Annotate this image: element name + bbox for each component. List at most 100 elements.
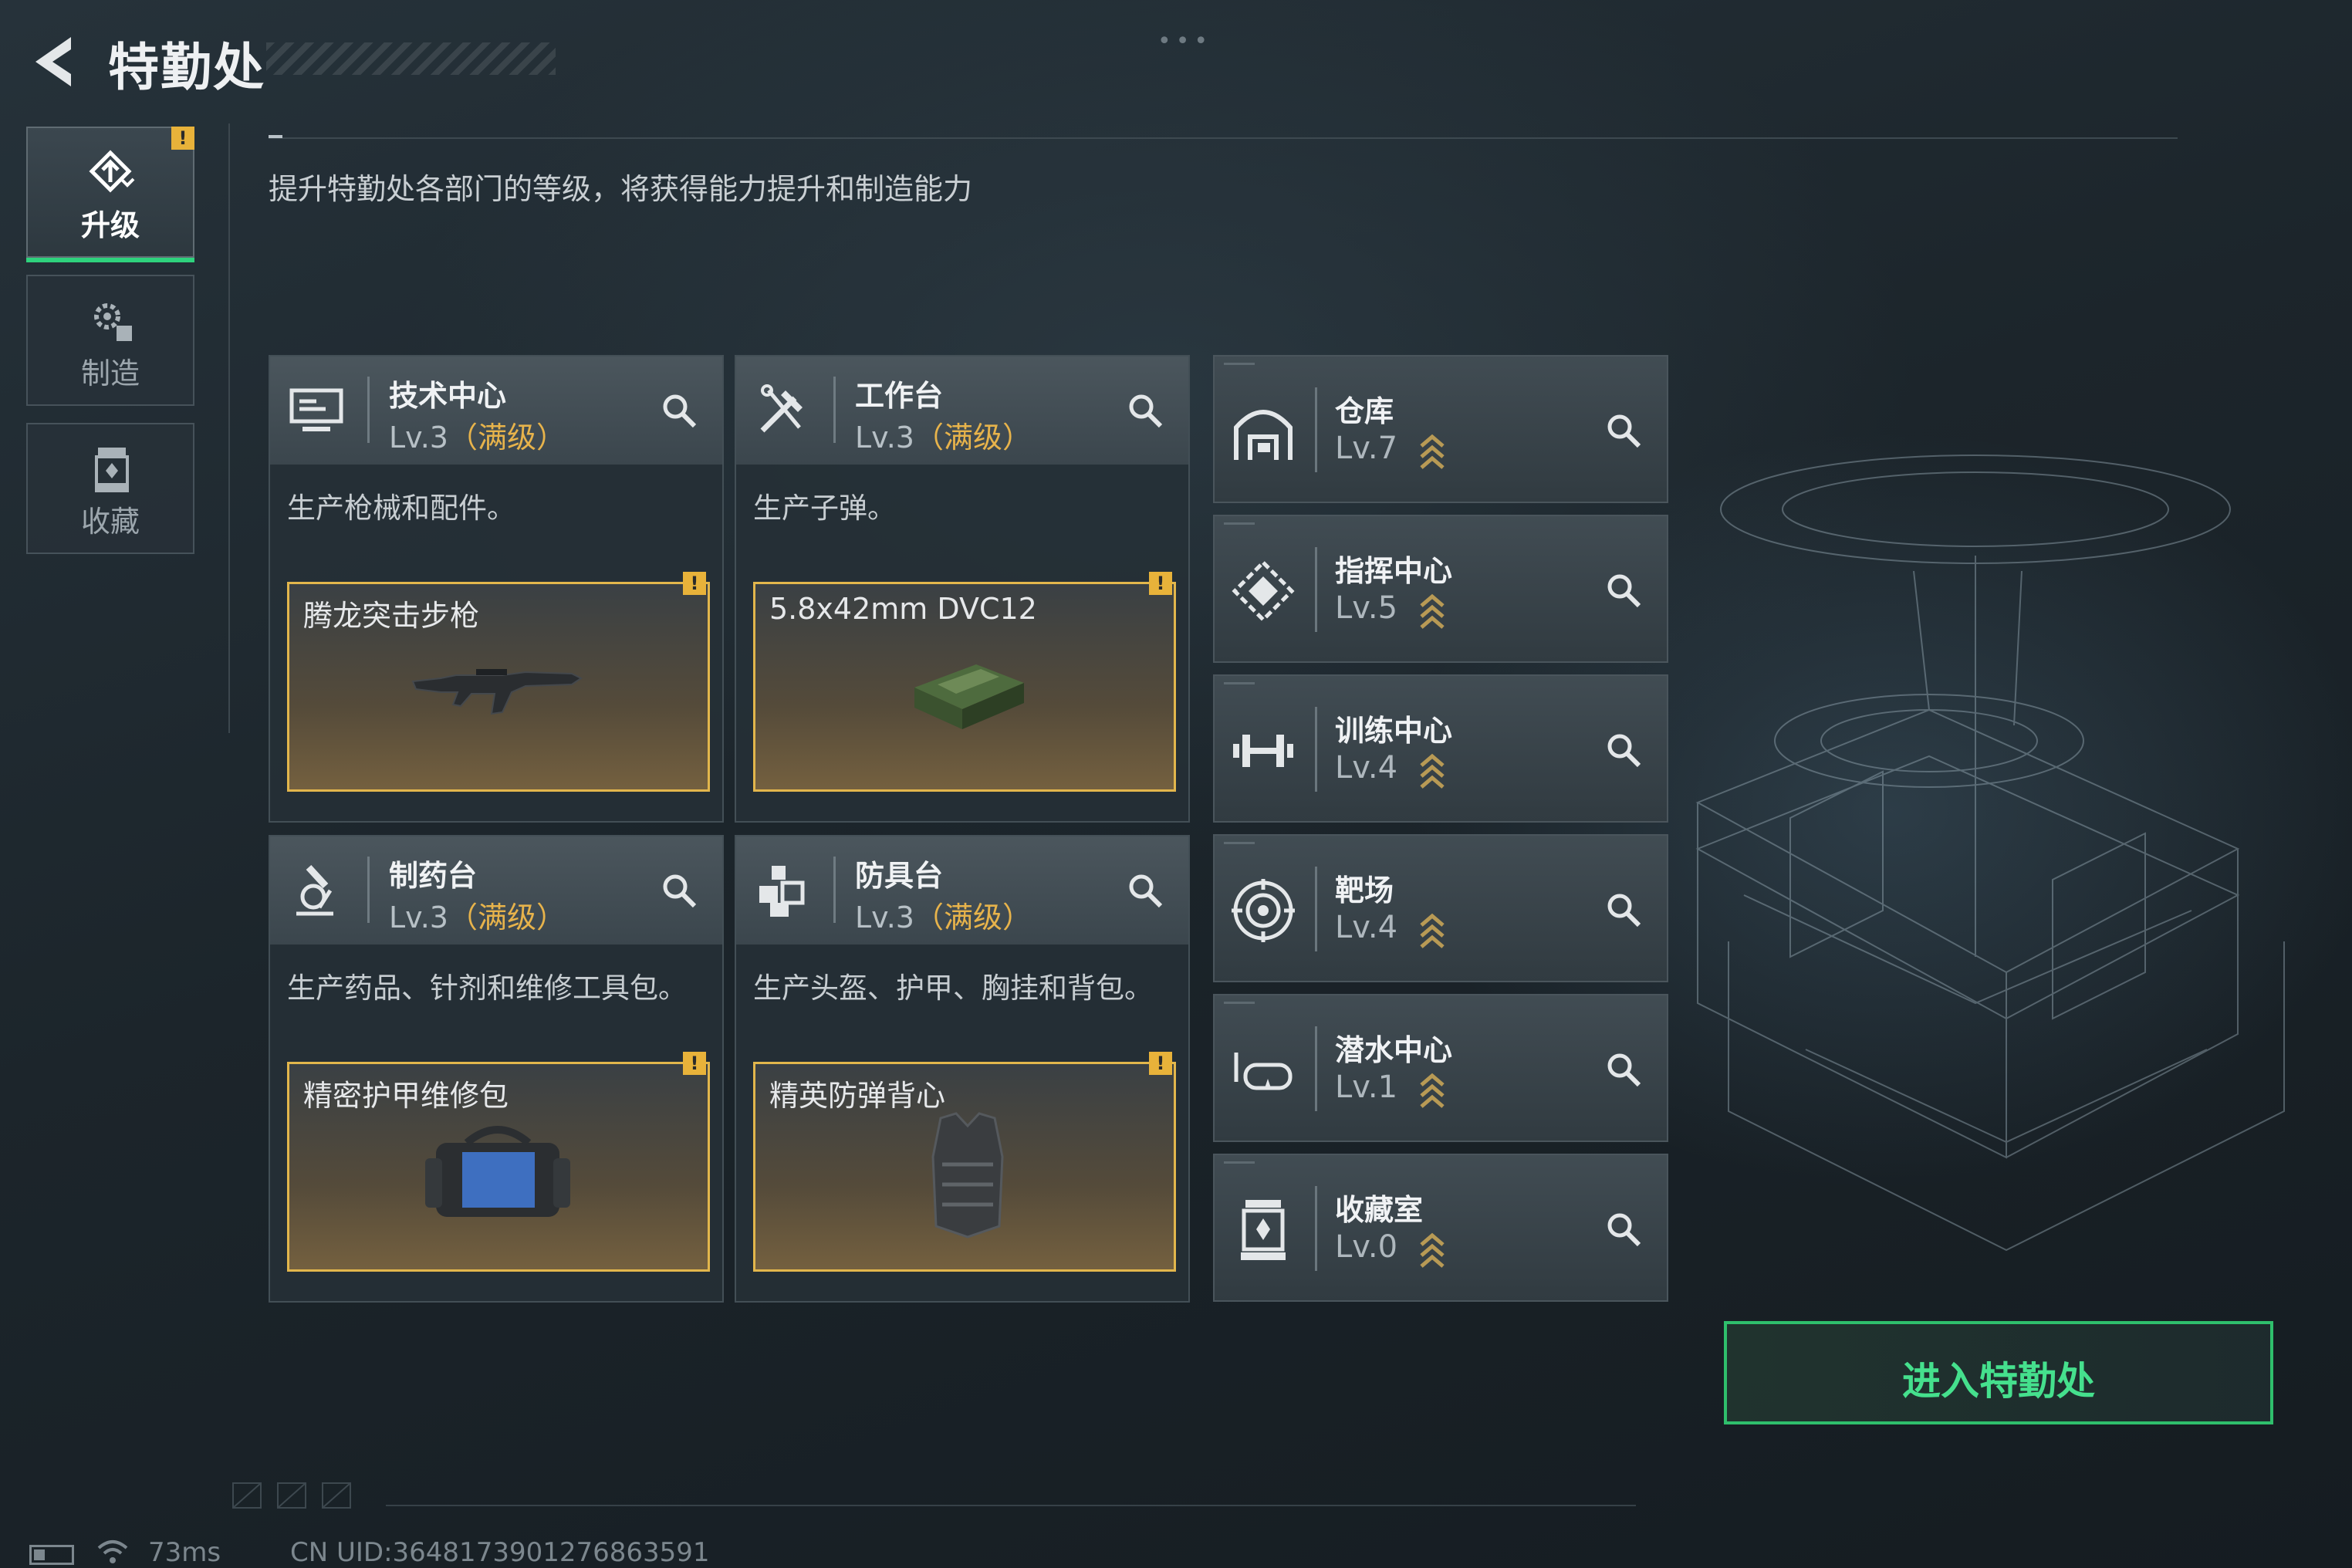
card-separator (1315, 867, 1317, 951)
facility-name: 工作台 (855, 379, 944, 413)
search-icon[interactable] (1603, 570, 1644, 610)
enter-button-label: 进入特勤处 (1902, 1359, 2095, 1404)
header-separator (367, 857, 370, 923)
card-corner-mark (1224, 682, 1255, 684)
facility-name: 防具台 (855, 859, 944, 893)
search-icon[interactable] (1603, 1049, 1644, 1090)
facility-name: 收藏室 (1335, 1193, 1424, 1227)
max-level-tag: （满级） (448, 901, 566, 934)
facility-name: 仓库 (1335, 394, 1394, 428)
search-icon[interactable] (1603, 1209, 1644, 1249)
facility-card-training-center[interactable]: 训练中心 Lv.4 (1213, 674, 1668, 823)
upgrade-icon (89, 150, 135, 193)
craft-item-slot[interactable]: 5.8x42mm DVC12 ! (753, 572, 1176, 792)
bottom-decoration (232, 1482, 351, 1509)
sidebar-item-collection[interactable]: 收藏 (26, 423, 194, 554)
search-icon[interactable] (659, 390, 699, 431)
gears-icon (94, 303, 132, 341)
item-name: 5.8x42mm DVC12 (769, 592, 1037, 626)
max-level-tag: （满级） (914, 901, 1032, 934)
max-level-tag: （满级） (914, 421, 1032, 455)
computer-icon (289, 388, 343, 431)
alert-badge: ! (171, 127, 194, 150)
microscope-icon (296, 864, 333, 916)
card-separator (1315, 707, 1317, 792)
card-header: 防具台 Lv.3（满级） (736, 836, 1188, 945)
facility-description: 生产子弹。 (753, 492, 896, 525)
repair-kit-bag-image (425, 1126, 570, 1217)
title-decoration (266, 42, 556, 75)
alert-badge: ! (683, 572, 706, 595)
level-up-chevrons-icon (1420, 434, 1445, 469)
search-icon[interactable] (1603, 411, 1644, 451)
sidebar-item-label: 收藏 (80, 505, 140, 539)
alert-badge: ! (1149, 1052, 1172, 1075)
enter-special-ops-button[interactable]: 进入特勤处 (1724, 1321, 2273, 1424)
facility-card-collection-room[interactable]: 收藏室 Lv.0 (1213, 1154, 1668, 1302)
craft-item-slot[interactable]: 精密护甲维修包 ! (287, 1052, 710, 1272)
card-separator (1315, 1026, 1317, 1111)
dumbbell-icon (1233, 735, 1293, 767)
facility-level: Lv.3（满级） (855, 901, 1032, 934)
facility-card-diving-center[interactable]: 潜水中心 Lv.1 (1213, 994, 1668, 1142)
level-up-chevrons-icon (1420, 1232, 1445, 1268)
facility-level: Lv.4 (1335, 910, 1398, 945)
sidebar-item-craft[interactable]: 制造 (26, 275, 194, 406)
back-arrow-icon[interactable] (28, 31, 82, 93)
level-up-chevrons-icon (1420, 593, 1445, 629)
level-up-chevrons-icon (1420, 753, 1445, 789)
item-name: 腾龙突击步枪 (303, 599, 480, 633)
facility-description: 生产药品、针剂和维修工具包。 (287, 972, 687, 1005)
ballistic-vest-image (931, 1112, 1004, 1239)
battery-icon (29, 1545, 74, 1565)
facility-level: Lv.1 (1335, 1070, 1398, 1105)
card-separator (1315, 1186, 1317, 1271)
card-separator (1315, 547, 1317, 632)
tools-icon (760, 384, 803, 433)
card-corner-mark (1224, 1002, 1255, 1004)
facility-name: 潜水中心 (1335, 1033, 1453, 1067)
craft-item-slot[interactable]: 腾龙突击步枪 ! (287, 572, 710, 792)
card-corner-mark (1224, 522, 1255, 525)
sidebar-item-upgrade[interactable]: 升级 ! (26, 127, 194, 262)
facility-card-command-center[interactable]: 指挥中心 Lv.5 (1213, 515, 1668, 663)
wifi-icon (97, 1540, 128, 1563)
facility-level: Lv.3（满级） (389, 901, 566, 934)
max-level-tag: （满级） (448, 421, 566, 455)
ping-value: 73ms (148, 1537, 221, 1568)
collection-icon (95, 448, 129, 492)
command-icon (1232, 559, 1295, 623)
header-divider-mark (269, 135, 282, 138)
card-header: 制药台 Lv.3（满级） (270, 836, 722, 945)
facility-card-shooting-range[interactable]: 靶场 Lv.4 (1213, 834, 1668, 982)
facility-name: 训练中心 (1335, 714, 1453, 748)
header-divider (269, 137, 2178, 139)
craft-item-slot[interactable]: 精英防弹背心 ! (753, 1052, 1176, 1272)
alert-badge: ! (683, 1052, 706, 1075)
card-corner-mark (1224, 1161, 1255, 1164)
user-uid: CN UID:3648173901276863591 (290, 1537, 710, 1568)
card-header: 工作台 Lv.3（满级） (736, 357, 1188, 465)
facility-name: 制药台 (389, 859, 478, 893)
item-name: 精密护甲维修包 (303, 1079, 509, 1113)
production-card-armor-bench: 防具台 Lv.3（满级） 生产头盔、护甲、胸挂和背包。 精英防弹背心 ! (735, 835, 1190, 1303)
search-icon[interactable] (1125, 870, 1165, 911)
facility-card-warehouse[interactable]: 仓库 Lv.7 (1213, 355, 1668, 503)
warehouse-icon (1234, 410, 1293, 460)
facility-level: Lv.4 (1335, 750, 1398, 786)
search-icon[interactable] (659, 870, 699, 911)
search-icon[interactable] (1603, 730, 1644, 770)
facility-level: Lv.3（满级） (389, 421, 566, 455)
drag-handle[interactable]: ••• (1157, 28, 1212, 55)
facility-name: 指挥中心 (1335, 554, 1453, 588)
facility-blueprint-image (1695, 455, 2285, 1252)
facility-description: 生产头盔、护甲、胸挂和背包。 (753, 972, 1153, 1005)
diving-mask-icon (1234, 1053, 1293, 1090)
header-separator (367, 377, 370, 443)
assault-rifle-image (411, 669, 583, 715)
level-up-chevrons-icon (1420, 913, 1445, 948)
production-card-tech-center: 技术中心 Lv.3（满级） 生产枪械和配件。 腾龙突击步枪 ! (269, 355, 724, 823)
search-icon[interactable] (1125, 390, 1165, 431)
search-icon[interactable] (1603, 890, 1644, 930)
header-separator (833, 377, 836, 443)
